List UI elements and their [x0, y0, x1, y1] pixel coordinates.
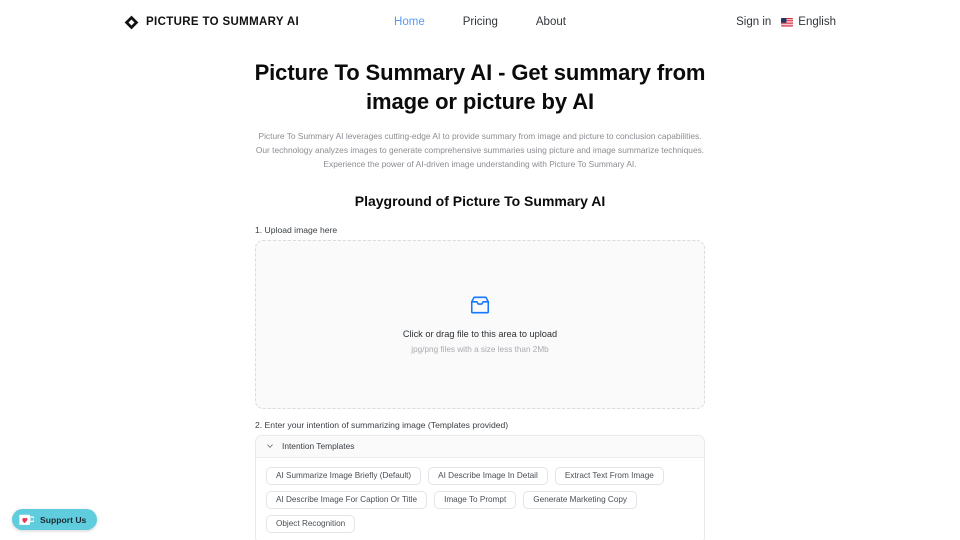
header-actions: Sign in English	[736, 16, 836, 28]
site-header: PICTURE TO SUMMARY AI Home Pricing About…	[0, 0, 960, 44]
template-button-object-recognition[interactable]: Object Recognition	[266, 514, 356, 533]
playground-section: Playground of Picture To Summary AI 1. U…	[255, 193, 705, 540]
nav-item-about[interactable]: About	[536, 16, 566, 28]
language-label: English	[798, 16, 836, 28]
diamond-logo-icon	[124, 15, 139, 29]
step-1-label: 1. Upload image here	[255, 224, 338, 235]
hero-description: Picture To Summary AI leverages cutting-…	[255, 131, 705, 169]
playground-title: Playground of Picture To Summary AI	[354, 192, 606, 209]
intention-templates-body: AI Summarize Image Briefly (Default) AI …	[256, 458, 704, 540]
page-title: Picture To Summary AI - Get summary from…	[254, 60, 706, 115]
template-button-marketing-copy[interactable]: Generate Marketing Copy	[523, 490, 638, 509]
step-2-label: 2. Enter your intention of summarizing i…	[255, 419, 509, 430]
chevron-down-icon	[267, 444, 273, 448]
us-flag-icon	[781, 17, 794, 27]
nav-item-pricing[interactable]: Pricing	[463, 16, 498, 28]
template-button-extract-text[interactable]: Extract Text From Image	[554, 466, 664, 485]
upload-hint-text: jpg/png files with a size less than 2Mb	[411, 345, 549, 355]
coffee-cup-heart-icon	[19, 514, 34, 525]
template-button-summarize-briefly[interactable]: AI Summarize Image Briefly (Default)	[266, 466, 422, 485]
upload-primary-text: Click or drag file to this area to uploa…	[402, 329, 558, 340]
intention-templates-header[interactable]: Intention Templates	[256, 435, 704, 458]
language-switcher[interactable]: English	[781, 16, 836, 28]
template-button-image-to-prompt[interactable]: Image To Prompt	[434, 490, 517, 509]
nav-item-home[interactable]: Home	[394, 16, 425, 28]
sign-in-link[interactable]: Sign in	[736, 16, 771, 28]
hero-section: Picture To Summary AI - Get summary from…	[0, 44, 960, 172]
upload-dropzone[interactable]: Click or drag file to this area to uploa…	[255, 239, 705, 409]
brand-logo[interactable]: PICTURE TO SUMMARY AI	[124, 15, 299, 30]
template-button-caption-or-title[interactable]: AI Describe Image For Caption Or Title	[266, 490, 428, 509]
brand-name: PICTURE TO SUMMARY AI	[146, 16, 300, 28]
support-us-button[interactable]: Support Us	[12, 509, 98, 530]
intention-templates-title: Intention Templates	[282, 441, 355, 452]
inbox-icon	[470, 296, 490, 314]
template-button-describe-in-detail[interactable]: AI Describe Image In Detail	[428, 466, 548, 485]
intention-templates-panel: Intention Templates AI Summarize Image B…	[255, 434, 705, 540]
support-us-label: Support Us	[40, 514, 87, 525]
